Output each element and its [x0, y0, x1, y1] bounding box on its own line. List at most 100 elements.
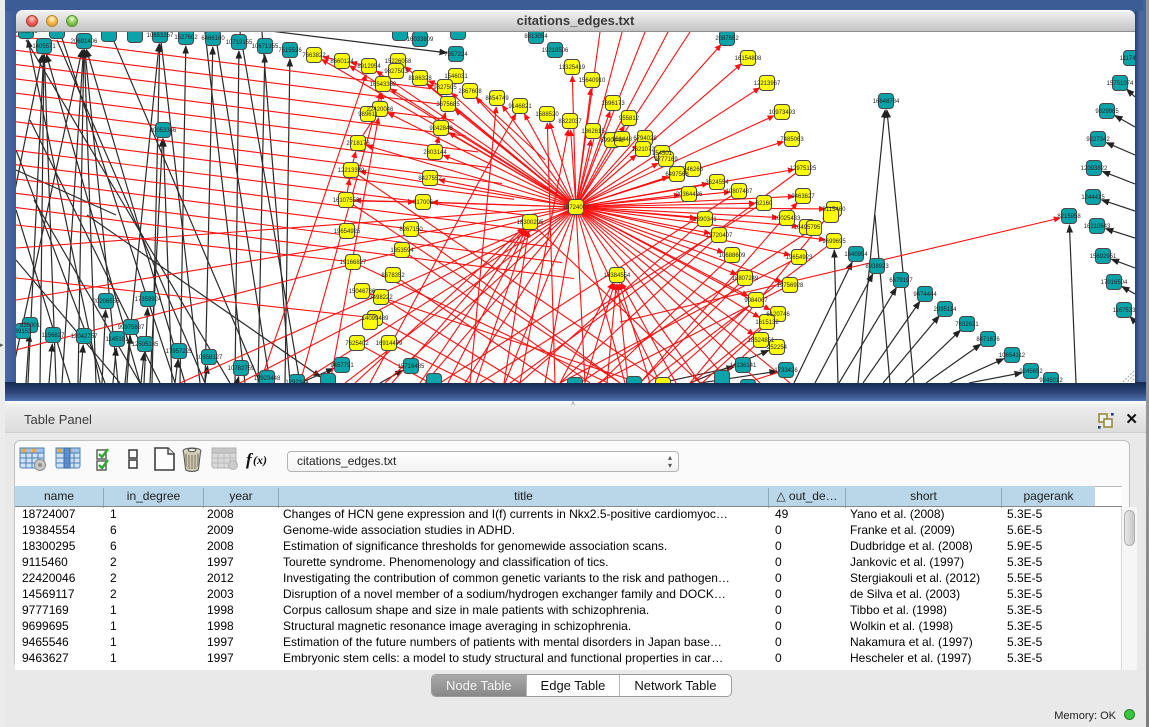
svg-text:20206555: 20206555 — [93, 299, 120, 305]
svg-text:12213389: 12213389 — [338, 168, 365, 174]
svg-text:2935114: 2935114 — [934, 307, 958, 313]
svg-text:12213967: 12213967 — [754, 81, 781, 87]
svg-text:1615132: 1615132 — [755, 320, 779, 326]
svg-text:10653267: 10653267 — [147, 33, 174, 39]
svg-text:617006: 617006 — [413, 200, 434, 206]
svg-text:8912954: 8912954 — [357, 64, 381, 70]
svg-text:3498222: 3498222 — [369, 295, 393, 301]
svg-text:16914479: 16914479 — [376, 341, 403, 347]
svg-text:19654923: 19654923 — [786, 255, 813, 261]
svg-text:15751074: 15751074 — [1107, 81, 1134, 87]
svg-text:6120746: 6120746 — [766, 312, 790, 318]
svg-text:14099489: 14099489 — [362, 316, 389, 322]
svg-text:10719155: 10719155 — [226, 40, 253, 46]
svg-text:20364436: 20364436 — [676, 192, 703, 198]
svg-text:10688609: 10688609 — [719, 253, 746, 259]
svg-text:10782759: 10782759 — [228, 366, 255, 372]
svg-text:7632621: 7632621 — [955, 322, 979, 328]
svg-text:10654112: 10654112 — [999, 353, 1026, 359]
svg-text:15716485: 15716485 — [398, 364, 425, 370]
svg-text:7663822: 7663822 — [302, 53, 326, 59]
svg-text:161448: 161448 — [612, 137, 633, 143]
svg-text:16495795: 16495795 — [794, 225, 821, 231]
svg-text:6379197: 6379197 — [889, 278, 913, 284]
svg-text:19384554: 19384554 — [604, 273, 631, 279]
svg-text:10958127: 10958127 — [196, 355, 223, 361]
svg-text:8427552: 8427552 — [418, 176, 442, 182]
svg-text:9084067: 9084067 — [744, 298, 768, 304]
svg-text:252254: 252254 — [767, 345, 788, 351]
svg-text:1145191: 1145191 — [106, 337, 130, 343]
svg-text:12923448: 12923448 — [254, 376, 281, 382]
svg-text:9329965: 9329965 — [1095, 109, 1119, 115]
svg-text:10671355: 10671355 — [252, 44, 279, 50]
svg-text:39153: 39153 — [16, 329, 32, 335]
svg-text:2867608: 2867608 — [458, 89, 482, 95]
svg-text:2718176: 2718176 — [346, 141, 370, 147]
svg-text:1362615: 1362615 — [581, 129, 605, 135]
svg-text:(x): (x) — [253, 453, 267, 467]
svg-text:62160: 62160 — [756, 201, 773, 207]
svg-text:8678352: 8678352 — [381, 273, 405, 279]
svg-text:9146821: 9146821 — [508, 104, 532, 110]
svg-text:12505135: 12505135 — [132, 342, 159, 348]
svg-text:8454749: 8454749 — [485, 96, 509, 102]
svg-text:10973493: 10973493 — [769, 110, 796, 116]
svg-text:16648784: 16648784 — [873, 99, 900, 105]
svg-text:10025433: 10025433 — [774, 216, 801, 222]
svg-text:7485063: 7485063 — [780, 137, 804, 143]
svg-text:16210643: 16210643 — [1084, 224, 1111, 230]
svg-text:1696173: 1696173 — [601, 101, 625, 107]
svg-text:16107553: 16107553 — [333, 198, 360, 204]
svg-text:17359924: 17359924 — [135, 297, 162, 303]
svg-text:19756928: 19756928 — [777, 283, 804, 289]
svg-text:15226058: 15226058 — [385, 59, 412, 65]
svg-text:6794028: 6794028 — [633, 136, 657, 142]
svg-text:18724007: 18724007 — [563, 205, 590, 211]
svg-text:17957225: 17957225 — [166, 349, 193, 355]
svg-text:19218506: 19218506 — [542, 48, 569, 54]
svg-text:9245652: 9245652 — [1019, 369, 1043, 375]
svg-text:9457791: 9457791 — [330, 363, 354, 369]
svg-text:8322037: 8322037 — [558, 119, 582, 125]
svg-text:10807487: 10807487 — [726, 189, 753, 195]
svg-text:9227342: 9227342 — [1086, 137, 1110, 143]
svg-text:1640954: 1640954 — [844, 252, 868, 258]
svg-text:8660124: 8660124 — [330, 59, 354, 65]
svg-text:18524851: 18524851 — [748, 338, 775, 344]
svg-text:1244415: 1244415 — [1081, 195, 1105, 201]
svg-text:7357224: 7357224 — [444, 52, 468, 58]
svg-text:9474444: 9474444 — [913, 292, 937, 298]
svg-text:1588520: 1588520 — [535, 112, 559, 118]
svg-text:15692951: 15692951 — [1090, 254, 1117, 260]
svg-text:11325419: 11325419 — [559, 65, 586, 71]
svg-text:12093822: 12093822 — [1081, 166, 1108, 172]
svg-text:20691406: 20691406 — [71, 39, 98, 45]
svg-text:8938923: 8938923 — [865, 264, 889, 270]
svg-text:18300295: 18300295 — [517, 220, 544, 226]
svg-text:16033809: 16033809 — [407, 37, 434, 43]
svg-text:18807249: 18807249 — [732, 276, 759, 282]
svg-text:1405571: 1405571 — [32, 44, 56, 50]
svg-text:1390341: 1390341 — [693, 217, 717, 223]
svg-text:9245012: 9245012 — [1039, 378, 1063, 383]
svg-text:16154808: 16154808 — [735, 56, 762, 62]
svg-text:1546031: 1546031 — [444, 74, 468, 80]
svg-text:1733426: 1733426 — [774, 368, 798, 374]
svg-text:1527602: 1527602 — [174, 35, 198, 41]
svg-text:15720407: 15720407 — [706, 233, 733, 239]
svg-text:9463627: 9463627 — [791, 194, 815, 200]
svg-text:9327505: 9327505 — [433, 85, 457, 91]
svg-text:12975125: 12975125 — [790, 166, 817, 172]
svg-text:20053346: 20053346 — [150, 128, 177, 134]
svg-text:19166827: 19166827 — [340, 260, 367, 266]
svg-text:8471676: 8471676 — [976, 337, 1000, 343]
svg-text:8186328: 8186328 — [408, 76, 432, 82]
svg-text:989611: 989611 — [358, 112, 378, 118]
svg-text:7515526: 7515526 — [278, 48, 302, 54]
svg-text:9827503: 9827503 — [384, 69, 408, 75]
svg-text:12042757: 12042757 — [71, 334, 98, 340]
svg-text:99975887: 99975887 — [118, 325, 145, 331]
svg-text:1405572: 1405572 — [16, 32, 38, 35]
svg-text:6497568: 6497568 — [665, 172, 689, 178]
